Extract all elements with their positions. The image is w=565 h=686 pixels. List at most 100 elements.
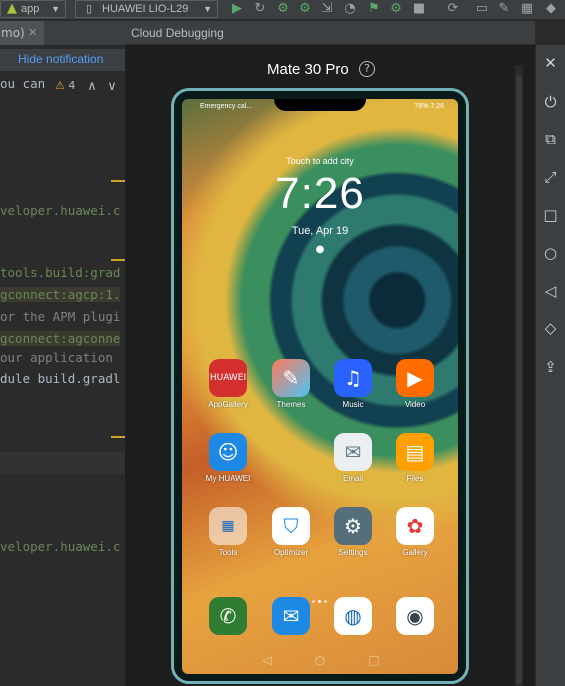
code-line: veloper.huawei.c: [0, 539, 121, 554]
fullscreen-icon[interactable]: ⤢: [536, 165, 565, 189]
phone-frame: Emergency cal... 78% 7:26 Touch to add c…: [171, 88, 469, 684]
phone-app-icon[interactable]: ✆: [209, 597, 247, 635]
code-editor[interactable]: Hide notification ou can ⚠ 4 ∧ ∨ veloper…: [0, 45, 125, 686]
gutter-marker: [111, 436, 125, 438]
messaging-icon[interactable]: ✉: [272, 597, 310, 635]
status-right-text: 78% 7:26: [414, 103, 444, 110]
tools-folder-icon: ▦: [209, 507, 247, 545]
app-label: Gallery: [402, 548, 428, 557]
run-config-dropdown[interactable]: app ▼: [0, 0, 66, 18]
home-button-icon[interactable]: ○: [536, 241, 565, 265]
my-huawei-icon: ☺: [209, 433, 247, 471]
close-icon[interactable]: ✕: [28, 21, 37, 45]
avd-icon[interactable]: ▦: [519, 1, 535, 17]
device-label: HUAWEI LIO-L29: [102, 3, 189, 15]
recents-button-icon[interactable]: □: [536, 203, 565, 227]
chevron-up-icon[interactable]: ∧: [84, 79, 100, 95]
lock-clock: 7:26: [275, 169, 365, 218]
scrollbar-thumb[interactable]: [516, 75, 522, 685]
code-line: or the APM plugi: [0, 309, 121, 324]
files-icon: ▤: [396, 433, 434, 471]
apply-changes-icon[interactable]: ⚙: [388, 1, 404, 17]
video-icon: ▶: [396, 359, 434, 397]
music-icon: ♫: [334, 359, 372, 397]
code-line: gconnect:agconne: [0, 331, 121, 346]
app-my-huawei[interactable]: ☺ My HUAWEI: [202, 433, 254, 483]
hide-notification-link[interactable]: Hide notification: [18, 52, 103, 66]
editor-tab-label: mo): [1, 26, 25, 40]
warning-count: 4: [68, 79, 76, 92]
run-icon[interactable]: ▶: [229, 1, 245, 17]
chevron-down-icon: ▼: [203, 4, 212, 14]
browser-icon[interactable]: ◍: [334, 597, 372, 635]
chevron-down-icon: ▼: [51, 4, 60, 14]
chevron-down-icon[interactable]: ∨: [104, 79, 120, 95]
app-tools[interactable]: ▦ Tools: [202, 507, 254, 557]
warning-indicator[interactable]: ⚠ 4: [55, 79, 75, 92]
recents-icon[interactable]: □: [367, 653, 381, 667]
themes-icon: ✎: [272, 359, 310, 397]
app-label: My HUAWEI: [205, 474, 251, 483]
run-config-label: app: [21, 3, 40, 15]
debug-alt-icon[interactable]: ⚙: [297, 1, 313, 17]
device-manager-icon[interactable]: ✎: [496, 1, 512, 17]
code-line: veloper.huawei.c: [0, 203, 121, 218]
attach-debugger-icon[interactable]: ⚑: [366, 1, 382, 17]
code-line: gconnect:agcp:1.: [0, 287, 121, 302]
upload-icon[interactable]: ⇪: [536, 355, 565, 379]
page-dot-active: [318, 600, 321, 603]
camera-icon[interactable]: ◉: [396, 597, 434, 635]
app-label: Files: [406, 474, 424, 483]
app-email[interactable]: ✉ Email: [327, 433, 379, 483]
profiler-icon[interactable]: ◔: [342, 1, 358, 17]
panel-title: Cloud Debugging: [131, 26, 224, 40]
phone-icon: ▯: [86, 3, 93, 15]
rerun-icon[interactable]: ↻: [252, 1, 268, 17]
app-settings[interactable]: ⚙ Settings: [327, 507, 379, 557]
app-optimizer[interactable]: ⛉ Optimizer: [265, 507, 317, 557]
app-label: Themes: [276, 400, 306, 409]
back-button-icon[interactable]: ◁: [536, 279, 565, 303]
back-icon[interactable]: ◁: [260, 653, 274, 667]
app-appgallery[interactable]: HUAWEI AppGallery: [202, 359, 254, 409]
device-controls-sidebar: ✕ ⏻ ⧉ ⤢ □ ○ ◁ ◇ ⇪: [536, 45, 565, 686]
app-gallery[interactable]: ✿ Gallery: [389, 507, 441, 557]
appgallery-icon: HUAWEI: [209, 359, 247, 397]
app-label: AppGallery: [208, 400, 248, 409]
app-label: Optimizer: [273, 548, 309, 557]
app-label: Email: [342, 474, 363, 483]
clear-icon[interactable]: ◇: [536, 316, 565, 340]
app-music[interactable]: ♫ Music: [327, 359, 379, 409]
editor-tabbar: mo) ✕: [0, 21, 125, 45]
device-dropdown[interactable]: ▯ HUAWEI LIO-L29 ▼: [75, 0, 218, 18]
help-icon[interactable]: ?: [359, 61, 375, 77]
code-line: tools.build:grad: [0, 265, 121, 280]
sdk-icon[interactable]: ◆: [543, 1, 559, 17]
home-icon[interactable]: ○: [313, 653, 327, 667]
lock-date: Tue, Apr 19: [291, 225, 349, 237]
optimizer-icon: ⛉: [272, 507, 310, 545]
weather-city[interactable]: Touch to add city: [182, 156, 458, 166]
phone-screen[interactable]: Emergency cal... 78% 7:26 Touch to add c…: [182, 99, 458, 674]
app-files[interactable]: ▤ Files: [389, 433, 441, 483]
app-themes[interactable]: ✎ Themes: [265, 359, 317, 409]
attach-icon[interactable]: ⇲: [319, 1, 335, 17]
terminal-icon[interactable]: ▭: [474, 1, 490, 17]
app-label: Tools: [218, 548, 238, 557]
power-icon[interactable]: ⏻: [536, 90, 565, 114]
gallery-icon: ✿: [396, 507, 434, 545]
code-line: dule build.gradl: [0, 371, 121, 386]
app-label: Settings: [338, 548, 368, 557]
settings-icon: ⚙: [334, 507, 372, 545]
close-icon[interactable]: ✕: [536, 51, 565, 75]
code-line: ou can: [0, 76, 46, 91]
rotate-icon[interactable]: ⧉: [536, 127, 565, 151]
debug-icon[interactable]: ⚙: [275, 1, 291, 17]
code-line: our application: [0, 350, 113, 365]
app-video[interactable]: ▶ Video: [389, 359, 441, 409]
editor-tab[interactable]: mo) ✕: [0, 21, 44, 45]
sync-icon[interactable]: ⟳: [445, 1, 461, 17]
gutter-marker: [111, 259, 125, 261]
stop-icon[interactable]: ■: [411, 1, 427, 17]
status-bar: Emergency cal... 78% 7:26: [182, 99, 458, 113]
